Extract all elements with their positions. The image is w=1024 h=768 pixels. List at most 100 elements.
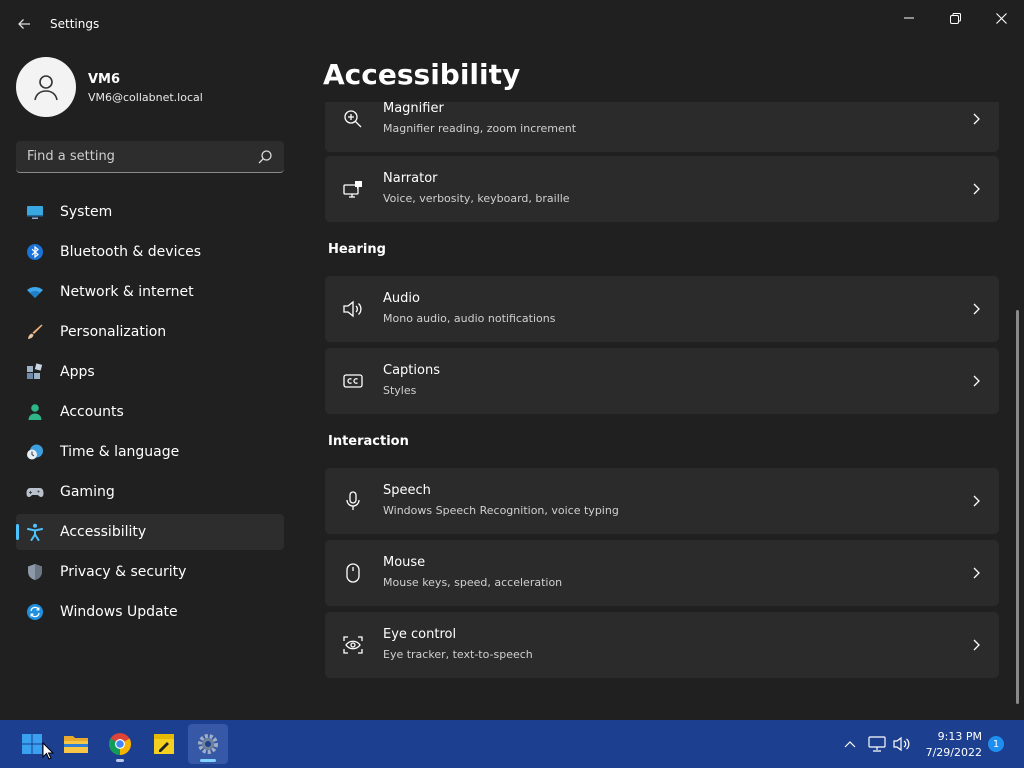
sidebar-item-label: Accessibility bbox=[60, 524, 147, 540]
sidebar-item-label: Bluetooth & devices bbox=[60, 244, 202, 260]
audio-card[interactable]: Audio Mono audio, audio notifications bbox=[325, 276, 999, 342]
person-icon bbox=[28, 404, 42, 420]
chevron-right-icon bbox=[973, 375, 980, 387]
update-icon bbox=[27, 604, 43, 620]
sidebar-item-time-language[interactable]: Time & language bbox=[16, 434, 284, 470]
show-hidden-icons-button[interactable] bbox=[840, 734, 860, 754]
speech-card[interactable]: Speech Windows Speech Recognition, voice… bbox=[325, 468, 999, 534]
narrator-card[interactable]: Narrator Voice, verbosity, keyboard, bra… bbox=[325, 156, 999, 222]
start-icon bbox=[22, 734, 42, 754]
sidebar-item-label: System bbox=[60, 204, 113, 220]
card-subtitle: Mouse keys, speed, acceleration bbox=[383, 576, 563, 589]
sticky-notes-button[interactable] bbox=[144, 724, 184, 764]
sidebar-item-label: Accounts bbox=[60, 404, 124, 420]
card-title: Mouse bbox=[383, 555, 426, 570]
notification-badge[interactable]: 1 bbox=[988, 736, 1004, 752]
card-subtitle: Styles bbox=[383, 384, 417, 397]
search-input[interactable] bbox=[16, 141, 256, 172]
settings-icon bbox=[198, 734, 218, 754]
eye-control-card[interactable]: Eye control Eye tracker, text-to-speech bbox=[325, 612, 999, 678]
microphone-icon bbox=[346, 491, 360, 510]
sidebar-item-label: Windows Update bbox=[60, 604, 178, 620]
sidebar-item-personalization[interactable]: Personalization bbox=[16, 314, 284, 350]
mouse-icon bbox=[346, 563, 360, 583]
shield-icon bbox=[28, 564, 42, 580]
chevron-right-icon bbox=[973, 495, 980, 507]
interaction-heading: Interaction bbox=[328, 434, 409, 449]
avatar[interactable] bbox=[16, 57, 76, 117]
title-bar: Settings bbox=[0, 0, 1024, 48]
search-box bbox=[16, 141, 284, 173]
user-email: VM6@collabnet.local bbox=[88, 91, 203, 104]
card-subtitle: Windows Speech Recognition, voice typing bbox=[383, 504, 619, 517]
sidebar-nav: System Bluetooth & devices Network & int… bbox=[16, 194, 284, 634]
sidebar-item-label: Personalization bbox=[60, 324, 167, 340]
user-name: VM6 bbox=[88, 72, 121, 87]
page-title: Accessibility bbox=[323, 58, 521, 91]
brush-icon bbox=[28, 324, 43, 339]
sidebar-item-windows-update[interactable]: Windows Update bbox=[16, 594, 284, 630]
wifi-icon bbox=[27, 287, 43, 298]
sidebar-item-label: Gaming bbox=[60, 484, 115, 500]
sidebar-item-privacy[interactable]: Privacy & security bbox=[16, 554, 284, 590]
card-subtitle: Mono audio, audio notifications bbox=[383, 312, 556, 325]
card-title: Audio bbox=[383, 291, 420, 306]
sidebar-item-gaming[interactable]: Gaming bbox=[16, 474, 284, 510]
sidebar-item-system[interactable]: System bbox=[16, 194, 284, 230]
eye-control-icon bbox=[343, 636, 363, 654]
person-icon bbox=[34, 75, 58, 101]
network-icon bbox=[868, 736, 886, 752]
settings-button[interactable] bbox=[188, 724, 228, 764]
file-explorer-button[interactable] bbox=[56, 724, 96, 764]
sidebar-item-label: Time & language bbox=[60, 444, 180, 460]
card-title: Narrator bbox=[383, 171, 438, 186]
close-button[interactable] bbox=[978, 6, 1024, 30]
sidebar-item-label: Privacy & security bbox=[60, 564, 187, 580]
volume-icon bbox=[893, 736, 910, 752]
captions-icon bbox=[343, 374, 363, 388]
running-indicator bbox=[200, 759, 216, 762]
search-icon[interactable] bbox=[256, 148, 274, 166]
card-title: Eye control bbox=[383, 627, 457, 642]
sidebar-item-apps[interactable]: Apps bbox=[16, 354, 284, 390]
chrome-icon bbox=[109, 733, 131, 755]
clock-date[interactable]: 7/29/2022 bbox=[914, 746, 982, 759]
back-button[interactable] bbox=[12, 12, 36, 36]
chevron-right-icon bbox=[973, 567, 980, 579]
gamepad-icon bbox=[26, 488, 44, 497]
network-tray-button[interactable] bbox=[867, 734, 887, 754]
minimize-icon bbox=[904, 17, 914, 19]
card-title: Captions bbox=[383, 363, 440, 378]
close-icon bbox=[995, 12, 1007, 24]
speaker-icon bbox=[343, 300, 362, 318]
chevron-right-icon bbox=[973, 183, 980, 195]
sidebar-item-network[interactable]: Network & internet bbox=[16, 274, 284, 310]
scrollbar-thumb[interactable] bbox=[1016, 310, 1019, 704]
card-subtitle: Voice, verbosity, keyboard, braille bbox=[383, 192, 570, 205]
clock-time[interactable]: 9:13 PM bbox=[922, 730, 982, 743]
mouse-cursor-icon bbox=[42, 742, 54, 760]
sidebar-item-bluetooth[interactable]: Bluetooth & devices bbox=[16, 234, 284, 270]
restore-icon bbox=[949, 12, 961, 24]
card-subtitle: Magnifier reading, zoom increment bbox=[383, 122, 577, 135]
sidebar-item-accounts[interactable]: Accounts bbox=[16, 394, 284, 430]
narrator-icon bbox=[343, 181, 362, 198]
file-explorer-icon bbox=[64, 736, 88, 753]
apps-icon bbox=[27, 363, 43, 379]
chrome-button[interactable] bbox=[100, 724, 140, 764]
chevron-right-icon bbox=[973, 113, 980, 125]
magnifier-icon bbox=[344, 110, 362, 128]
mouse-card[interactable]: Mouse Mouse keys, speed, acceleration bbox=[325, 540, 999, 606]
minimize-button[interactable] bbox=[886, 6, 932, 30]
sidebar-item-accessibility[interactable]: Accessibility bbox=[16, 514, 284, 550]
captions-card[interactable]: Captions Styles bbox=[325, 348, 999, 414]
settings-list: Magnifier Magnifier reading, zoom increm… bbox=[324, 102, 1000, 718]
restore-button[interactable] bbox=[932, 6, 978, 30]
running-indicator bbox=[116, 759, 124, 762]
card-subtitle: Eye tracker, text-to-speech bbox=[383, 648, 533, 661]
volume-tray-button[interactable] bbox=[892, 734, 912, 754]
bluetooth-icon bbox=[27, 244, 43, 260]
magnifier-card[interactable]: Magnifier Magnifier reading, zoom increm… bbox=[325, 102, 999, 152]
chevron-right-icon bbox=[973, 639, 980, 651]
app-title: Settings bbox=[50, 17, 100, 31]
